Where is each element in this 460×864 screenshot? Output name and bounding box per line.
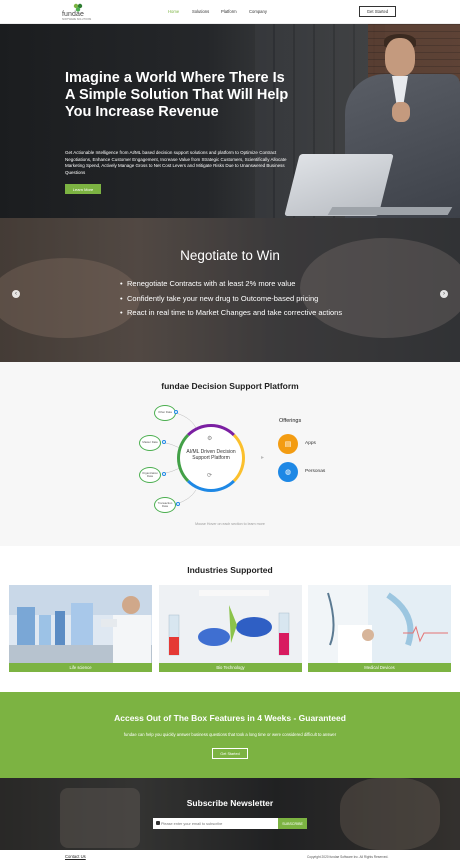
platform-diagram: Other Data Master Data Organization Data…	[130, 400, 260, 520]
connector-dot	[176, 502, 180, 506]
header-get-started-button[interactable]: Get Started	[359, 6, 396, 17]
slider-bullet: Confidently take your new drug to Outcom…	[120, 293, 360, 305]
industry-label: Life science	[9, 663, 152, 672]
features-banner: Access Out of The Box Features in 4 Week…	[0, 692, 460, 778]
node-other-data[interactable]: Other Data	[154, 405, 176, 421]
nav-home[interactable]: Home	[168, 9, 179, 14]
connector-dot	[174, 410, 178, 414]
site-footer: Contact Us Copyright 2020 fundae Softwar…	[0, 850, 460, 864]
copyright-text: Copyright 2020 fundae Software Inc. All …	[307, 855, 389, 859]
slider-prev-arrow-icon[interactable]: ‹	[12, 290, 20, 298]
logo[interactable]: fundae SOFTWARE SOLUTIONS	[62, 3, 94, 21]
contact-us-link[interactable]: Contact Us	[65, 854, 86, 859]
platform-center-ring[interactable]: ⚙ AI/ML Driven Decision Support Platform…	[177, 424, 245, 492]
site-header: fundae SOFTWARE SOLUTIONS Home Solutions…	[0, 0, 460, 24]
page: fundae SOFTWARE SOLUTIONS Home Solutions…	[0, 0, 460, 864]
industries-title: Industries Supported	[187, 565, 273, 575]
node-organization-data[interactable]: Organization Data	[139, 467, 161, 483]
brain-icon: ⚙	[207, 436, 213, 442]
connector-dot	[162, 472, 166, 476]
hero-learn-more-button[interactable]: Learn More	[65, 184, 101, 194]
nav-company[interactable]: Company	[249, 9, 267, 14]
newsletter-email-input[interactable]	[153, 818, 278, 829]
lab-scientist-image	[9, 585, 152, 663]
platform-title: fundae Decision Support Platform	[161, 381, 299, 391]
biotech-lab-image	[159, 585, 302, 663]
logo-tagline: SOFTWARE SOLUTIONS	[62, 18, 92, 21]
nav-platform[interactable]: Platform	[221, 9, 237, 14]
platform-section: fundae Decision Support Platform Other D…	[0, 362, 460, 546]
hero-title: Imagine a World Where There Is A Simple …	[65, 70, 289, 120]
personas-icon: ◍	[278, 462, 298, 482]
newsletter-overlay	[0, 778, 460, 850]
slider-bullet: Renegotiate Contracts with at least 2% m…	[120, 278, 360, 290]
slider-bullet: React in real time to Market Changes and…	[120, 307, 360, 319]
offering-personas[interactable]: ◍ Personas	[278, 462, 338, 482]
sync-icon: ⟳	[207, 473, 213, 479]
apps-icon: ▤	[278, 434, 298, 454]
hero-person-hand	[392, 102, 410, 122]
industries-section: Industries Supported Life science Bio Te…	[0, 546, 460, 692]
platform-caption: Mouse Hover on each section to learn mor…	[195, 522, 265, 526]
offering-label: Personas	[305, 469, 326, 474]
offering-apps[interactable]: ▤ Apps	[278, 434, 338, 454]
node-transaction-data[interactable]: Transaction Data	[154, 497, 176, 513]
slider-next-arrow-icon[interactable]: ›	[440, 290, 448, 298]
offerings-title: Offerings	[279, 418, 302, 424]
connector-dot	[162, 440, 166, 444]
email-icon	[156, 821, 160, 825]
industry-card-life-science[interactable]: Life science	[9, 585, 152, 673]
hero-person-head	[385, 38, 415, 76]
offering-label: Apps	[305, 441, 316, 446]
hero-section: Imagine a World Where There Is A Simple …	[0, 24, 460, 218]
industry-label: Bio Technology	[159, 663, 302, 672]
banner-subtitle: fundae can help you quickly answer busin…	[123, 732, 337, 737]
slider-bullet-list: Renegotiate Contracts with at least 2% m…	[120, 278, 360, 322]
hero-laptop-base	[327, 207, 453, 215]
nav-solutions[interactable]: Solutions	[192, 9, 209, 14]
subscribe-button[interactable]: SUBSCRIBE	[278, 818, 307, 829]
chevron-right-icon: ▸	[261, 455, 265, 461]
hero-subtitle: Get Actionable Intelligence from AI/ML b…	[65, 150, 287, 175]
medical-devices-image	[308, 585, 451, 663]
negotiate-slider: Negotiate to Win Renegotiate Contracts w…	[0, 218, 460, 362]
platform-center-text: AI/ML Driven Decision Support Platform	[186, 449, 236, 461]
slider-title: Negotiate to Win	[180, 248, 280, 263]
industry-label: Medical Devices	[308, 663, 451, 672]
banner-get-started-button[interactable]: Get Started	[212, 748, 248, 759]
banner-title: Access Out of The Box Features in 4 Week…	[114, 713, 346, 723]
industry-card-bio-technology[interactable]: Bio Technology	[159, 585, 302, 673]
logo-text: fundae	[62, 11, 85, 18]
newsletter-title: Subscribe Newsletter	[186, 798, 274, 808]
node-master-data[interactable]: Master Data	[139, 435, 161, 451]
industry-card-medical-devices[interactable]: Medical Devices	[308, 585, 451, 673]
newsletter-section: Subscribe Newsletter SUBSCRIBE	[0, 778, 460, 850]
